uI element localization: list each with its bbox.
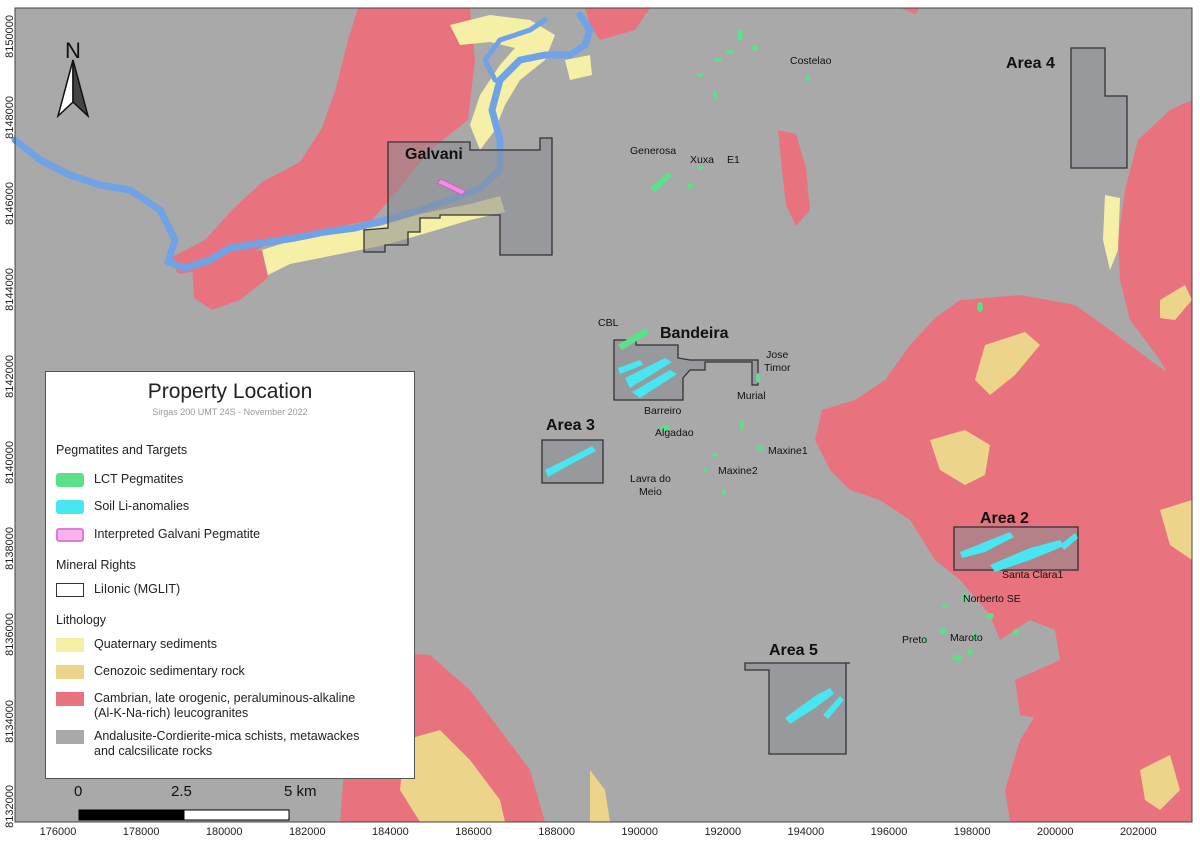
north-arrow-icon: N: [50, 38, 96, 118]
x-tick-label: 186000: [455, 826, 492, 838]
lct-costelao-3: [726, 50, 734, 54]
x-tick-label: 180000: [205, 826, 243, 838]
legend-title: Property Location: [147, 380, 313, 403]
x-tick-label: 190000: [621, 826, 659, 838]
scale-bar: [78, 809, 290, 821]
legend-label-galvani-pegmatite: Interpreted Galvani Pegmatite: [94, 527, 261, 541]
y-tick-label: 8134000: [4, 700, 16, 743]
lct-xuxa: [687, 183, 693, 189]
area-label-area4[interactable]: Area 4: [1006, 55, 1055, 73]
area-label-bandeira[interactable]: Bandeira: [660, 325, 728, 343]
legend-label-quaternary: Quaternary sediments: [94, 637, 217, 651]
place-label-algadao: Algadao: [655, 427, 694, 439]
x-tick-label: 202000: [1119, 826, 1157, 838]
x-tick-label: 198000: [953, 826, 991, 838]
schist-swatch-icon: [56, 730, 84, 744]
y-tick-label: 8132000: [4, 785, 16, 828]
area-label-galvani[interactable]: Galvani: [405, 146, 463, 164]
x-tick-label: 196000: [870, 826, 908, 838]
x-tick-label: 184000: [372, 826, 409, 838]
scale-segment-black: [78, 809, 185, 821]
x-tick-label: 194000: [787, 826, 825, 838]
lct-costelao-4: [714, 58, 722, 62]
lct-norberto-2: [942, 604, 948, 608]
y-tick-label: 8142000: [4, 355, 16, 398]
y-tick-label: 8148000: [4, 96, 16, 139]
lct-preto-3: [967, 649, 973, 655]
lionic-swatch-icon: [56, 583, 84, 597]
legend-section-lithology: Lithology: [56, 613, 107, 627]
y-tick-label: 8138000: [4, 527, 16, 570]
north-arrow-shape: [56, 59, 90, 118]
galvani-pegmatite-swatch-icon: [56, 528, 84, 542]
lct-maroto-1: [939, 628, 947, 634]
lct-east: [977, 302, 983, 312]
soil-swatch-icon: [56, 500, 84, 514]
map-frame: N 8132000 8134000 8136000 8138000 8140000 814…: [0, 0, 1200, 854]
place-label-santa-clara1: Santa Clara1: [1002, 569, 1064, 581]
place-label-norberto-se: Norberto SE: [963, 593, 1021, 605]
quaternary-swatch-icon: [56, 638, 84, 652]
lct-costelao-7: [806, 74, 810, 82]
place-label-e1: E1: [727, 154, 740, 166]
legend-section-pegmatites: Pegmatites and Targets: [56, 443, 188, 457]
area-label-area3[interactable]: Area 3: [546, 417, 595, 435]
scale-label-0: 0: [74, 783, 83, 800]
cenozoic-swatch-icon: [56, 665, 84, 679]
lct-norberto-3: [986, 613, 994, 619]
lct-costelao-6: [713, 91, 717, 99]
place-label-murial: Murial: [737, 390, 766, 402]
area-label-area5[interactable]: Area 5: [769, 642, 818, 660]
lct-maxine2-3: [722, 489, 726, 495]
place-label-cbl: CBL: [598, 317, 619, 329]
legend-section-rights: Mineral Rights: [56, 558, 136, 572]
y-tick-label: 8150000: [4, 15, 16, 58]
lct-costelao-2: [752, 45, 758, 51]
legend: Property Location Sirgas 200 UMT 24S - N…: [45, 371, 415, 779]
area-label-area2[interactable]: Area 2: [980, 510, 1029, 528]
place-label-generosa: Generosa: [630, 145, 677, 157]
place-label-lavra-do-meio: Lavra do Meio: [630, 473, 671, 498]
place-label-barreiro: Barreiro: [644, 405, 682, 417]
x-tick-label: 182000: [288, 826, 326, 838]
y-tick-label: 8140000: [4, 441, 16, 484]
x-tick-label: 200000: [1036, 826, 1074, 838]
place-label-costelao: Costelao: [790, 55, 832, 67]
lct-maxine2-2: [703, 468, 707, 472]
y-tick-label: 8136000: [4, 613, 16, 656]
x-tick-label: 176000: [39, 826, 77, 838]
legend-label-cenozoic: Cenozoic sedimentary rock: [94, 664, 245, 678]
scale-segment-white: [183, 809, 290, 821]
lct-costelao-1: [737, 29, 743, 41]
lct-swatch-icon: [56, 473, 84, 487]
x-tick-label: 188000: [538, 826, 575, 838]
lct-maxine2-1: [712, 453, 718, 457]
granite-swatch-icon: [56, 692, 84, 706]
x-tick-label: 192000: [704, 826, 742, 838]
legend-label-schist: Andalusite-Cordierite-mica schists, meta…: [94, 729, 360, 758]
legend-label-lct: LCT Pegmatites: [94, 472, 184, 486]
legend-label-lionic: LiIonic (MGLIT): [94, 582, 181, 596]
place-label-maxine1: Maxine1: [768, 445, 808, 457]
scale-label-5km: 5 km: [284, 783, 317, 800]
lct-maxine-2: [757, 445, 763, 451]
place-label-xuxa: Xuxa: [690, 154, 714, 166]
lct-murial-1: [756, 373, 760, 383]
place-label-maroto: Maroto: [950, 632, 983, 644]
legend-label-granite: Cambrian, late orogenic, peraluminous-al…: [94, 691, 356, 720]
lct-preto-2: [952, 655, 962, 661]
lct-maroto-3: [1013, 629, 1019, 635]
y-tick-label: 8146000: [4, 182, 16, 225]
y-tick-label: 8144000: [4, 268, 16, 311]
lct-costelao-5: [697, 73, 703, 77]
place-label-maxine2: Maxine2: [718, 465, 758, 477]
x-tick-label: 178000: [122, 826, 160, 838]
legend-label-soil: Soil Li-anomalies: [94, 499, 190, 513]
scale-label-2-5: 2.5: [171, 783, 192, 800]
lct-maxine-1: [740, 419, 744, 431]
legend-subtitle: Sirgas 200 UMT 24S - November 2022: [152, 407, 308, 417]
place-label-preto: Preto: [902, 634, 928, 646]
place-label-jose-timor: Jose Timor: [764, 349, 791, 374]
